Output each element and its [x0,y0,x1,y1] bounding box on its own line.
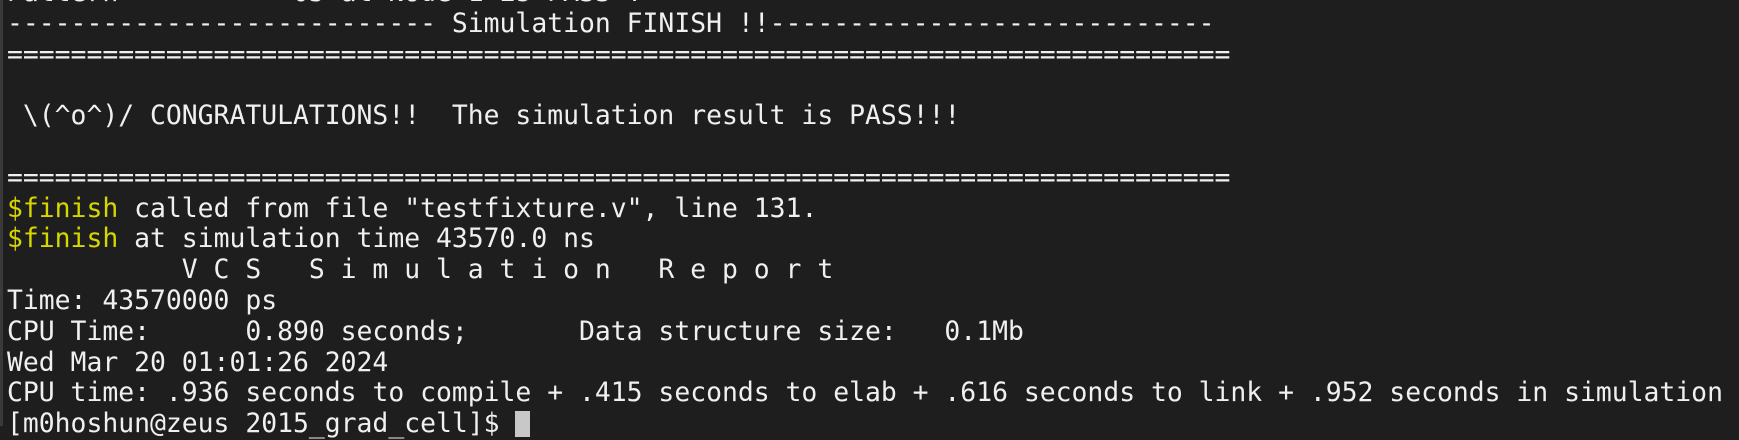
finish-call-text: called from file "testfixture.v", line 1… [118,192,818,224]
finish-call-line: $finish called from file "testfixture.v"… [7,192,1723,225]
window-edge [0,0,3,426]
finish-time-line: $finish at simulation time 43570.0 ns [7,223,1723,255]
cpu-breakdown-line: CPU time: .936 seconds to compile + .415… [7,377,1723,409]
rule-line: ========================================… [7,161,1231,193]
date-line: Wed Mar 20 01:01:26 2024 [7,346,389,378]
finish-banner: --------------------------- Simulation F… [7,7,1215,39]
cpu-time-line: CPU Time: 0.890 seconds; Data structure … [7,315,1024,347]
finish-keyword: $finish [7,223,119,255]
finish-keyword: $finish [7,192,119,224]
vcs-report-heading: V C S S i m u l a t i o n R e p o r t [7,254,834,286]
rule-line: ========================================… [7,38,1231,70]
shell-prompt: [m0hoshun@zeus 2015_grad_cell]$ [7,408,516,440]
terminal-output[interactable]: Pattern 05 at Node 1 is PASS ! ---------… [7,0,1723,440]
prompt-line[interactable]: [m0hoshun@zeus 2015_grad_cell]$ [7,408,1723,440]
text-cursor [515,411,531,438]
time-line: Time: 43570000 ps [7,284,278,316]
congrats-line: \(^o^)/ CONGRATULATIONS!! The simulation… [7,100,961,132]
finish-time-text: at simulation time 43570.0 ns [118,223,595,255]
